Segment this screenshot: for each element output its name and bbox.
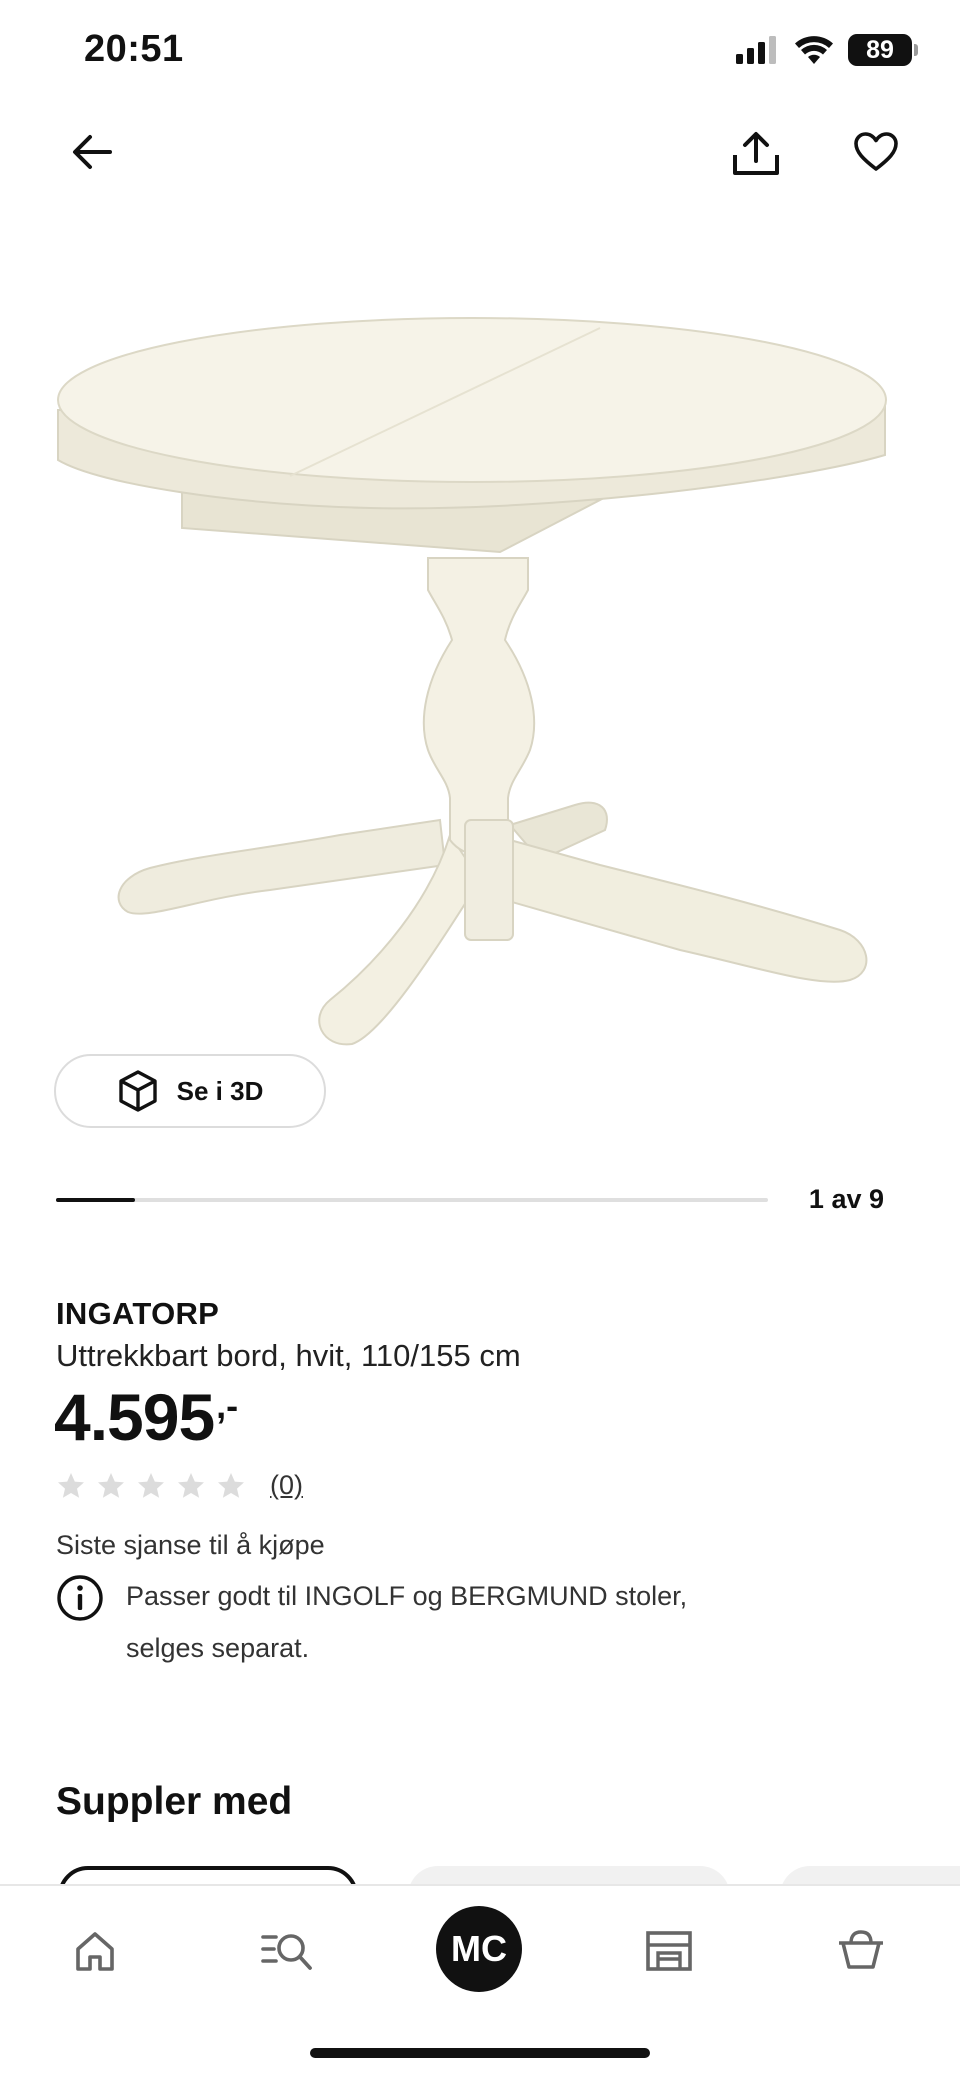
- star-empty-icon: [138, 1472, 164, 1498]
- arrow-left-icon: [73, 135, 112, 169]
- complement-section-title: Suppler med: [56, 1780, 293, 1823]
- rating[interactable]: (0): [56, 1470, 303, 1501]
- review-count-link[interactable]: (0): [270, 1470, 303, 1501]
- info-note-text: Passer godt til INGOLF og BERGMUND stole…: [126, 1570, 687, 1674]
- price-amount: 4.595: [54, 1380, 215, 1454]
- home-icon: [76, 1932, 114, 1971]
- cube-icon: [118, 1070, 157, 1112]
- star-empty-icon: [218, 1472, 244, 1498]
- battery-icon: 89: [848, 34, 918, 66]
- star-empty-icon: [58, 1472, 84, 1498]
- nav-home[interactable]: [60, 1916, 130, 1986]
- cellular-signal-icon: [736, 36, 776, 64]
- nav-store[interactable]: [634, 1916, 704, 1986]
- star-empty-icon: [98, 1472, 124, 1498]
- favorite-button[interactable]: [844, 120, 908, 184]
- product-description: Uttrekkbart bord, hvit, 110/155 cm: [56, 1338, 521, 1373]
- battery-level: 89: [866, 35, 894, 64]
- nav-search[interactable]: [252, 1916, 322, 1986]
- wifi-icon: [795, 36, 833, 64]
- product-price: 4.595 ,-: [54, 1384, 238, 1450]
- star-empty-icon: [178, 1472, 204, 1498]
- availability-text: Siste sjanse til å kjøpe: [56, 1530, 325, 1560]
- status-time: 20:51: [84, 28, 184, 70]
- info-icon: [57, 1575, 103, 1621]
- store-icon: [646, 1931, 692, 1971]
- gallery-progress-fill: [56, 1198, 136, 1202]
- basket-icon: [839, 1930, 883, 1969]
- info-note-line-1: Passer godt til INGOLF og BERGMUND stole…: [126, 1581, 688, 1611]
- product-name: INGATORP: [56, 1296, 220, 1331]
- share-button[interactable]: [724, 122, 788, 186]
- gallery-progress-bar: [56, 1198, 768, 1202]
- view-3d-label: Se i 3D: [176, 1075, 264, 1106]
- info-note-line-2: selges separat.: [126, 1633, 310, 1663]
- info-note: Passer godt til INGOLF og BERGMUND stole…: [56, 1574, 816, 1674]
- search-list-icon: [261, 1934, 312, 1970]
- share-icon: [733, 132, 779, 175]
- nav-profile-avatar[interactable]: MC: [436, 1906, 522, 1992]
- product-image[interactable]: [40, 300, 920, 1100]
- nav-basket[interactable]: [826, 1916, 896, 1986]
- back-button[interactable]: [60, 120, 124, 184]
- gallery-page-indicator: 1 av 9: [808, 1184, 884, 1214]
- price-suffix: ,-: [216, 1385, 239, 1426]
- home-indicator: [310, 2048, 650, 2058]
- status-icons: 89: [736, 34, 918, 66]
- view-3d-button[interactable]: Se i 3D: [54, 1054, 326, 1128]
- heart-outline-icon: [854, 132, 898, 171]
